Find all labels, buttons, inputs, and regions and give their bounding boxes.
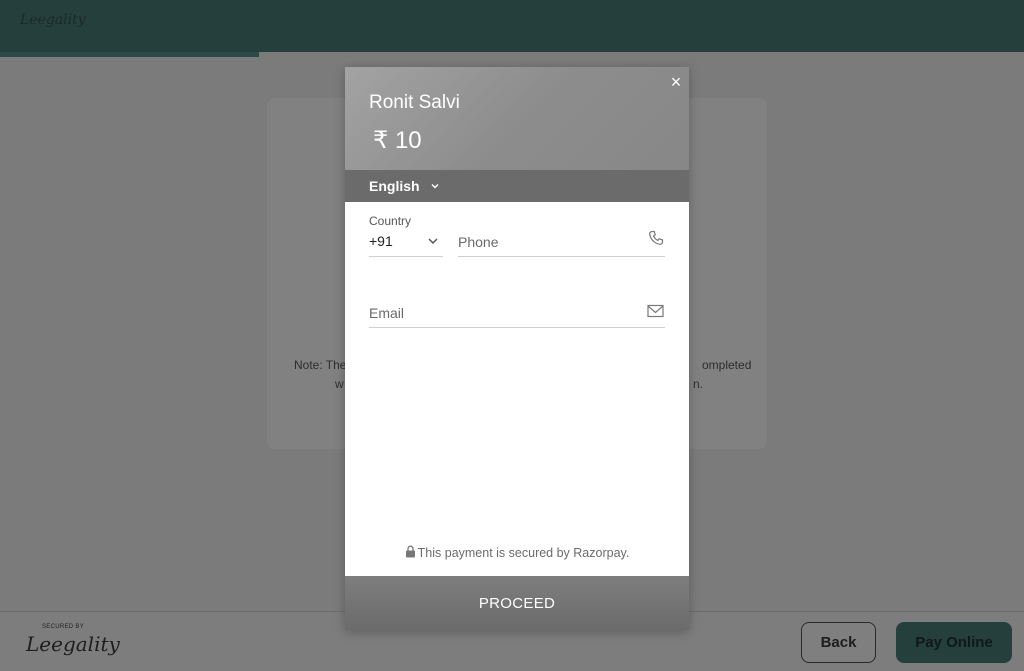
lock-icon <box>405 545 415 558</box>
proceed-button[interactable]: PROCEED <box>345 576 689 630</box>
language-selector[interactable]: English <box>345 170 689 202</box>
top-bar: Leegality <box>0 0 1024 52</box>
phone-icon <box>649 230 664 245</box>
note-text-start: Note: The <box>294 358 347 372</box>
close-icon[interactable]: × <box>667 73 685 91</box>
chevron-down-icon[interactable] <box>427 236 439 246</box>
email-underline <box>369 327 665 328</box>
footer-logo: Leegality <box>26 632 120 656</box>
country-label: Country <box>369 214 412 228</box>
secured-by-label: SECURED BY <box>42 624 85 630</box>
phone-underline <box>458 256 665 257</box>
brand-logo: Leegality <box>20 12 86 28</box>
language-label: English <box>369 178 420 194</box>
modal-header: Ronit Salvi ₹ 10 × <box>345 67 689 171</box>
payment-amount: ₹ 10 <box>373 127 422 154</box>
note-text-line2-start: w <box>335 377 344 391</box>
payment-modal: Ronit Salvi ₹ 10 × English Country +91 T… <box>345 67 689 630</box>
note-text-end: ompleted <box>702 358 752 372</box>
merchant-name: Ronit Salvi <box>369 92 460 113</box>
secure-note: This payment is secured by Razorpay. <box>345 545 689 560</box>
pay-online-button[interactable]: Pay Online <box>896 622 1012 663</box>
mail-icon <box>647 304 664 318</box>
back-button[interactable]: Back <box>801 622 876 663</box>
country-code-select[interactable]: +91 <box>369 233 393 249</box>
secure-note-text: This payment is secured by Razorpay. <box>417 546 630 560</box>
email-input[interactable] <box>369 300 639 326</box>
chevron-down-icon <box>431 184 439 189</box>
phone-input[interactable] <box>458 229 644 255</box>
note-text-line2-end: n. <box>693 377 704 391</box>
country-underline <box>369 256 443 257</box>
